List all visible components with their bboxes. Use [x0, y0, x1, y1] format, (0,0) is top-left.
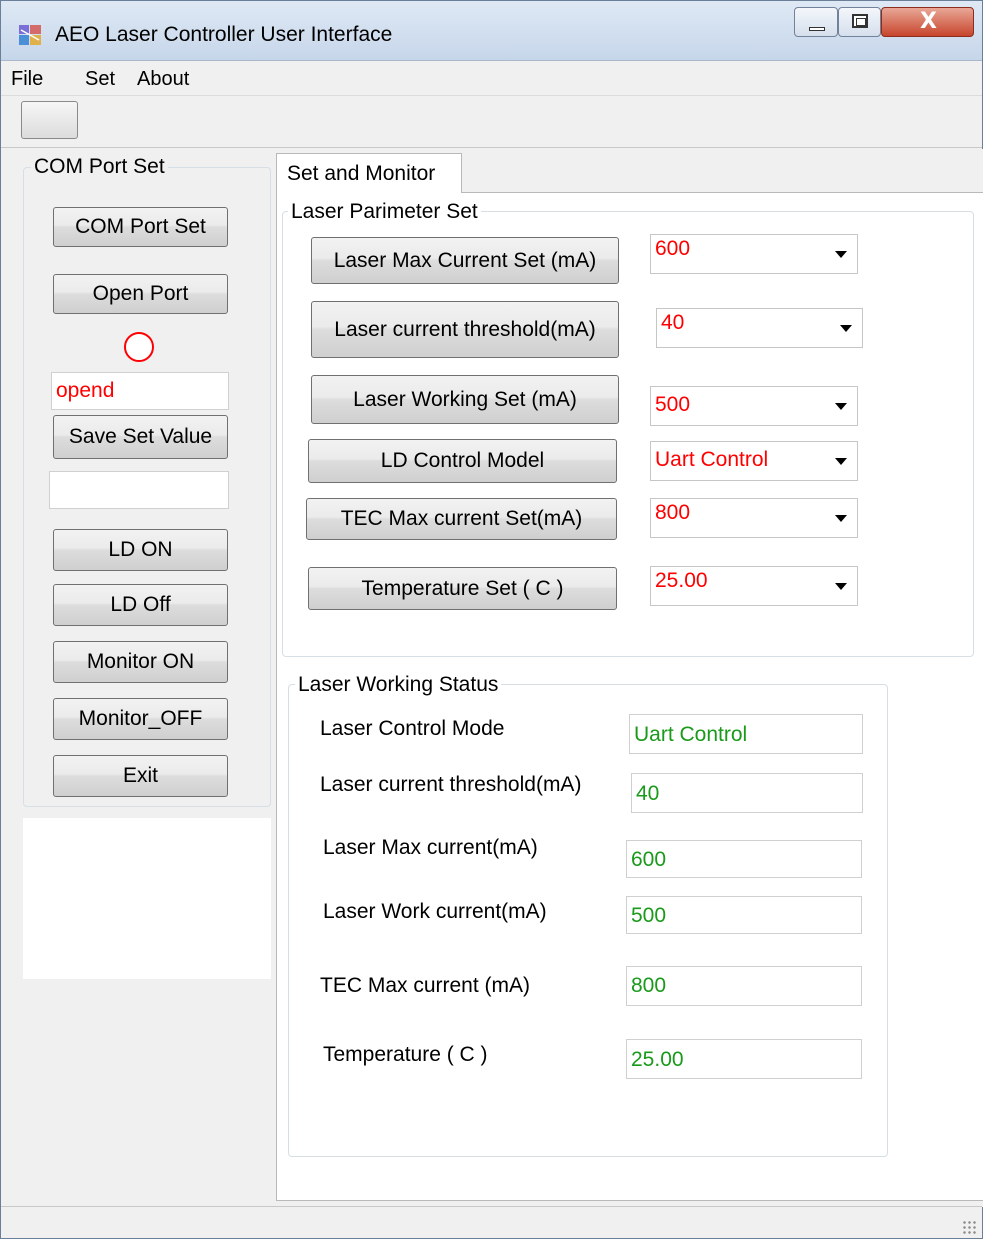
ld-on-button[interactable]: LD ON [53, 529, 228, 571]
tec-max-current-label: TEC Max current (mA) [320, 974, 531, 997]
minimize-button[interactable] [794, 7, 838, 37]
app-icon [19, 25, 41, 45]
work-current-value[interactable]: 500 [626, 896, 862, 934]
tec-max-current-value: 800 [655, 501, 691, 524]
laser-working-set-button[interactable]: Laser Working Set (mA) [311, 375, 619, 424]
com-port-set-button[interactable]: COM Port Set [53, 207, 228, 247]
tec-max-current-select[interactable]: 800 [650, 498, 858, 538]
exit-button[interactable]: Exit [53, 755, 228, 797]
chevron-down-icon [835, 251, 847, 258]
maximize-button[interactable] [838, 7, 881, 37]
log-area [23, 818, 271, 979]
menu-bar: File Set About [1, 62, 982, 96]
tab-label: Set and Monitor [287, 162, 436, 185]
laser-max-current-set-button[interactable]: Laser Max Current Set (mA) [311, 237, 619, 284]
status-bar [1, 1206, 982, 1238]
port-status-field[interactable]: opend [51, 372, 229, 410]
chevron-down-icon [835, 403, 847, 410]
ld-off-button[interactable]: LD Off [53, 584, 228, 626]
chevron-down-icon [835, 458, 847, 465]
temperature-set-button[interactable]: Temperature Set ( C ) [308, 567, 617, 610]
close-button[interactable]: X [881, 7, 974, 37]
com-port-group-title: COM Port Set [31, 155, 168, 179]
laser-max-current-select[interactable]: 600 [650, 234, 858, 274]
maximize-icon [852, 14, 868, 28]
temperature-value: 25.00 [655, 569, 708, 592]
tec-max-current-set-button[interactable]: TEC Max current Set(mA) [306, 498, 617, 540]
save-set-value-button[interactable]: Save Set Value [53, 415, 228, 459]
minimize-icon [809, 27, 825, 31]
laser-current-threshold-select[interactable]: 40 [656, 308, 863, 348]
close-icon: X [920, 9, 937, 34]
laser-working-select[interactable]: 500 [650, 386, 858, 426]
chevron-down-icon [840, 325, 852, 332]
tec-max-current-status-value[interactable]: 800 [626, 966, 862, 1006]
current-threshold-value[interactable]: 40 [631, 773, 863, 813]
chevron-down-icon [835, 515, 847, 522]
working-status-title: Laser Working Status [295, 673, 502, 697]
max-current-label: Laser Max current(mA) [323, 836, 538, 859]
menu-file[interactable]: File [11, 68, 43, 91]
ld-control-model-select[interactable]: Uart Control [650, 441, 858, 481]
control-mode-value[interactable]: Uart Control [629, 714, 863, 754]
toolbar-button[interactable] [21, 101, 78, 139]
parameter-set-title: Laser Parimeter Set [288, 200, 481, 224]
laser-current-threshold-value: 40 [661, 311, 685, 334]
open-port-button[interactable]: Open Port [53, 274, 228, 314]
port-status-indicator [124, 332, 154, 362]
monitor-on-button[interactable]: Monitor ON [53, 641, 228, 683]
ld-control-model-button[interactable]: LD Control Model [308, 439, 617, 483]
resize-grip-icon[interactable] [962, 1220, 976, 1234]
ld-control-model-value: Uart Control [655, 448, 769, 471]
tab-set-and-monitor[interactable]: Set and Monitor [276, 153, 462, 193]
current-threshold-label: Laser current threshold(mA) [320, 773, 582, 796]
save-status-field[interactable] [49, 471, 229, 509]
toolbar [1, 96, 982, 148]
laser-max-current-value: 600 [655, 237, 691, 260]
chevron-down-icon [835, 583, 847, 590]
temperature-label: Temperature ( C ) [323, 1043, 488, 1066]
laser-working-value: 500 [655, 393, 691, 416]
work-current-label: Laser Work current(mA) [323, 900, 547, 923]
menu-set[interactable]: Set [85, 68, 115, 91]
menu-about[interactable]: About [137, 68, 189, 91]
monitor-off-button[interactable]: Monitor_OFF [53, 698, 228, 740]
title-bar[interactable]: AEO Laser Controller User Interface X [1, 1, 982, 61]
temperature-select[interactable]: 25.00 [650, 566, 858, 606]
laser-current-threshold-button[interactable]: Laser current threshold(mA) [311, 301, 619, 358]
temperature-status-value[interactable]: 25.00 [626, 1039, 862, 1079]
window-title: AEO Laser Controller User Interface [55, 23, 393, 46]
max-current-value[interactable]: 600 [626, 840, 862, 878]
control-mode-label: Laser Control Mode [320, 717, 505, 740]
app-window: AEO Laser Controller User Interface X Fi… [0, 0, 983, 1239]
